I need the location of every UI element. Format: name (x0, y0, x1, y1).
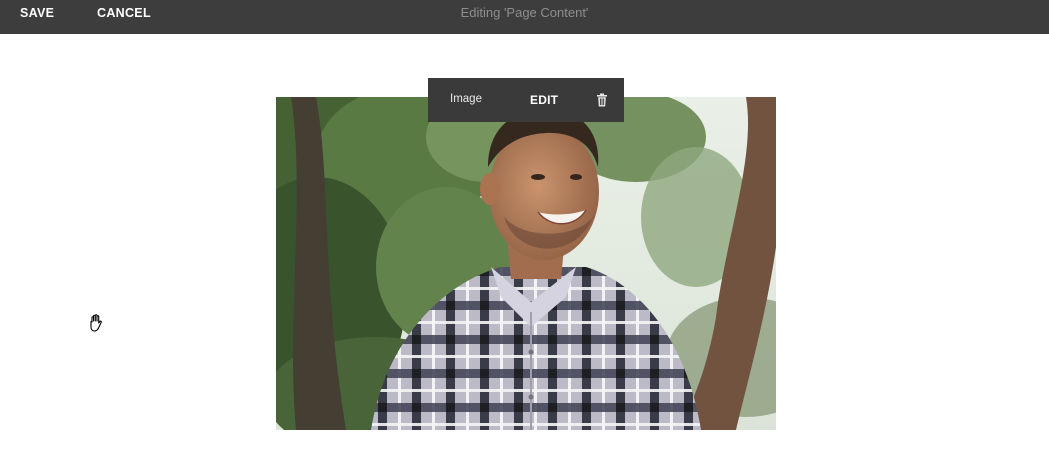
edit-button[interactable]: EDIT (530, 93, 558, 107)
editor-title: Editing 'Page Content' (460, 5, 589, 20)
portrait-photo-art (276, 97, 776, 430)
block-type-label: Image (450, 93, 482, 105)
hand-grab-cursor-icon (90, 314, 102, 332)
editor-topbar: SAVE CANCEL Editing 'Page Content' (0, 0, 1049, 34)
portrait-photo[interactable] (276, 97, 776, 430)
image-block-toolbar: Image EDIT (428, 78, 624, 122)
trash-icon[interactable] (596, 93, 608, 107)
